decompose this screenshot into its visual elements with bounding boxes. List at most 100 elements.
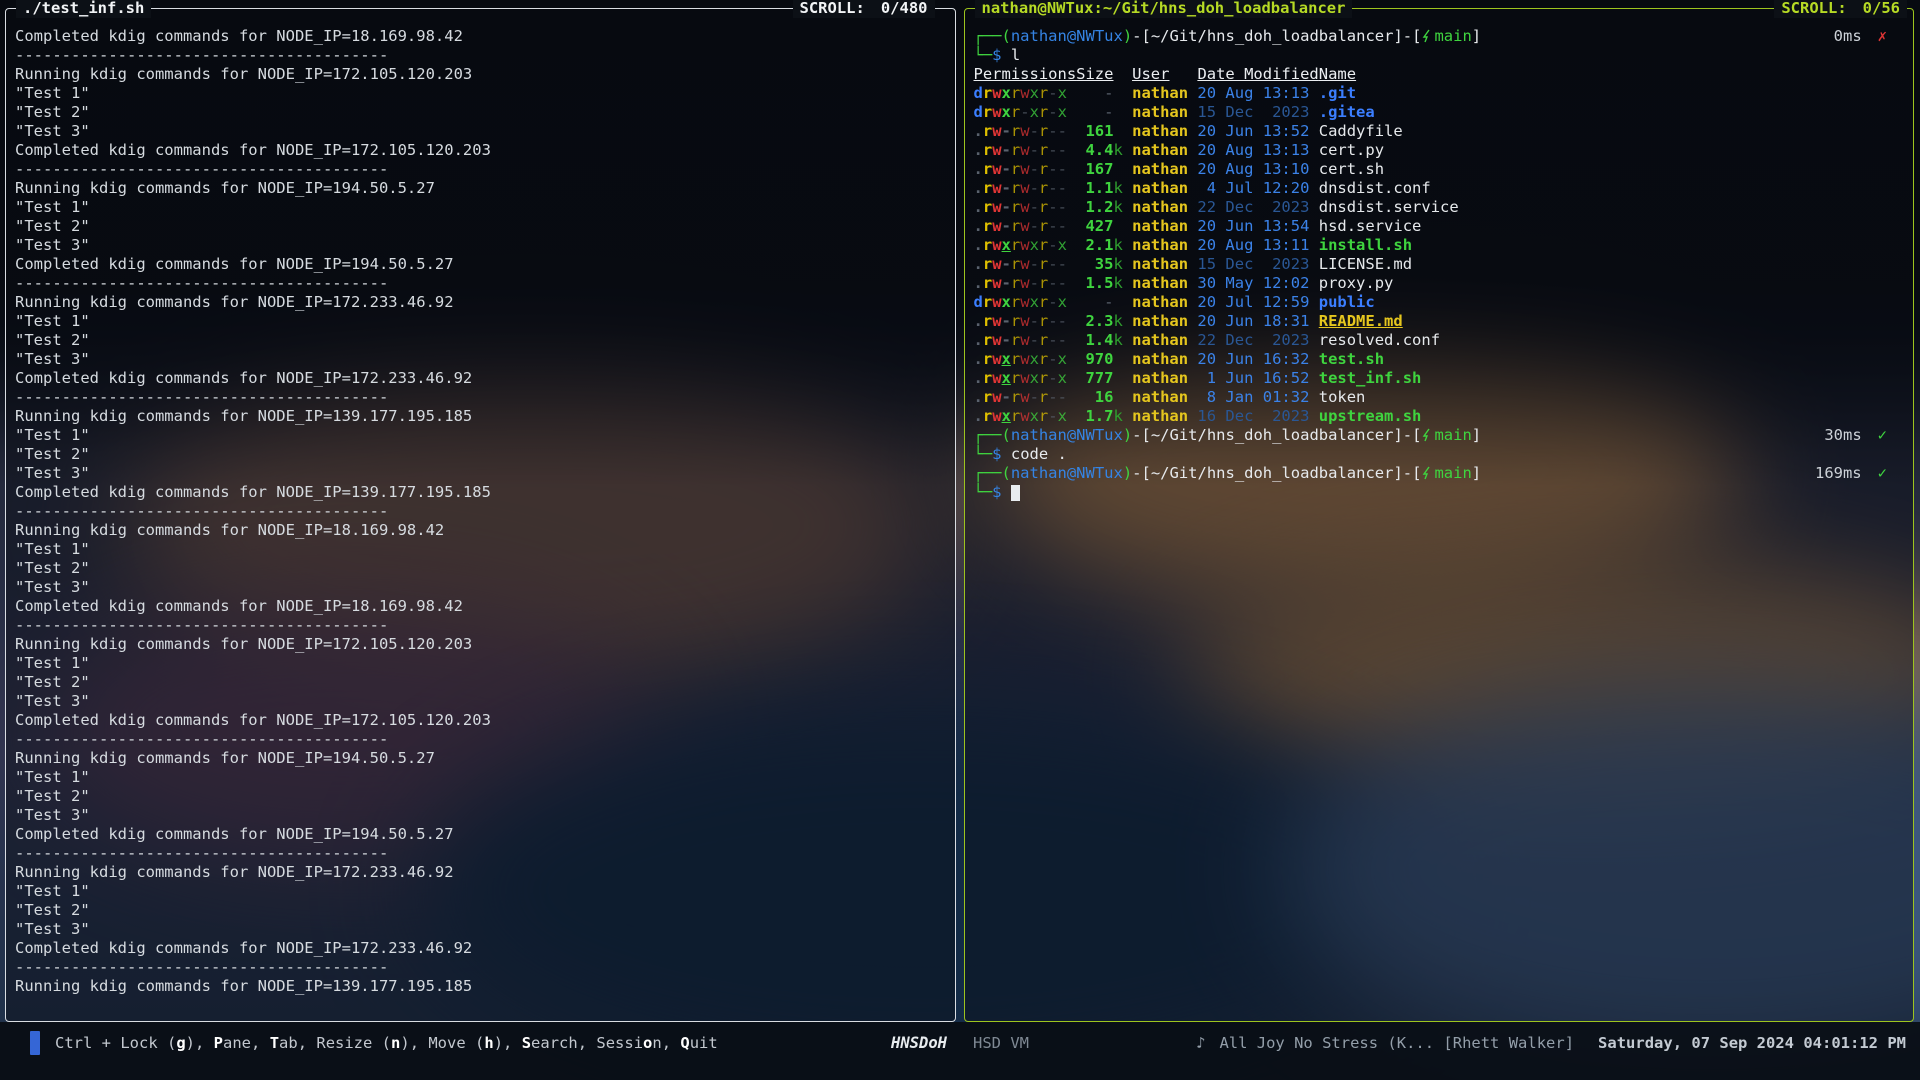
tab-name[interactable]: HSD VM: [973, 1034, 1029, 1052]
header-date: Date Modified: [1197, 65, 1318, 83]
left-terminal-content[interactable]: Completed kdig commands for NODE_IP=18.1…: [6, 9, 955, 1021]
terminal-line: Completed kdig commands for NODE_IP=194.…: [15, 255, 945, 274]
file-name: .gitea: [1319, 103, 1375, 122]
prompt-frame: └─: [974, 46, 993, 65]
file-name: cert.py: [1319, 141, 1384, 160]
file-size: 1.5: [1076, 274, 1113, 293]
file-name: .git: [1319, 84, 1356, 103]
command-status-icon: ✗: [1878, 27, 1887, 46]
terminal-line: "Test 2": [15, 559, 945, 578]
zellij-workspace: ./test_inf.sh SCROLL:0/480 Completed kdi…: [5, 8, 1914, 1022]
terminal-line: ----------------------------------------: [15, 46, 945, 65]
terminal-line: "Test 1": [15, 882, 945, 901]
file-owner: nathan: [1132, 255, 1188, 274]
terminal-line: "Test 3": [15, 692, 945, 711]
file-name: install.sh: [1319, 236, 1412, 255]
file-date: 8 Jan 01:32: [1197, 388, 1318, 407]
terminal-line: Completed kdig commands for NODE_IP=172.…: [15, 141, 945, 160]
file-permissions: .rwxrwxr-x: [974, 407, 1077, 426]
keybind-hint-text: Ctrl + Lock (g), Pane, Tab, Resize (n), …: [55, 1034, 718, 1052]
file-permissions: .rwxrwxr-x: [974, 236, 1077, 255]
file-owner: nathan: [1132, 407, 1188, 426]
file-size: 1.1: [1076, 179, 1113, 198]
terminal-line: ----------------------------------------: [15, 844, 945, 863]
file-permissions: drwxrwxr-x: [974, 293, 1077, 312]
file-row: .rw-rw-r--2.3knathan20 Jun 18:31README.m…: [974, 312, 1904, 331]
terminal-line: "Test 3": [15, 464, 945, 483]
file-size: 35: [1076, 255, 1113, 274]
prompt-frame: └─: [974, 445, 993, 464]
file-name: token: [1319, 388, 1366, 407]
file-size: -: [1076, 293, 1113, 312]
listing-header-row: PermissionsSizeUserDate ModifiedName: [974, 65, 1904, 84]
prompt-frame: └─: [974, 483, 993, 502]
terminal-line: "Test 3": [15, 350, 945, 369]
file-owner: nathan: [1132, 350, 1188, 369]
file-owner: nathan: [1132, 217, 1188, 236]
terminal-line: "Test 1": [15, 768, 945, 787]
keybind-hints: Ctrl + Lock (g), Pane, Tab, Resize (n), …: [30, 1031, 718, 1055]
file-date: 20 Jun 13:54: [1197, 217, 1318, 236]
terminal-line: "Test 2": [15, 787, 945, 806]
file-row: .rw-rw-r--1.5knathan30 May 12:02proxy.py: [974, 274, 1904, 293]
terminal-line: ----------------------------------------: [15, 274, 945, 293]
file-date: 22 Dec 2023: [1197, 331, 1318, 350]
prompt-path: ~/Git/hns_doh_loadbalancer: [1151, 27, 1394, 45]
left-pane[interactable]: ./test_inf.sh SCROLL:0/480 Completed kdi…: [5, 8, 956, 1022]
file-size: 1.4: [1076, 331, 1113, 350]
command-duration: 30ms✓: [1824, 426, 1903, 445]
command-text: [1002, 46, 1011, 65]
file-owner: nathan: [1132, 331, 1188, 350]
terminal-line: Running kdig commands for NODE_IP=172.23…: [15, 293, 945, 312]
shell-prompt: ┌──(nathan@NWTux)-[~/Git/hns_doh_loadbal…: [974, 464, 1482, 483]
command-duration: 0ms✗: [1834, 27, 1903, 46]
file-size: 167: [1076, 160, 1113, 179]
file-name: cert.sh: [1319, 160, 1384, 179]
command-line-active[interactable]: └─$: [974, 483, 1904, 502]
file-owner: nathan: [1132, 122, 1188, 141]
git-branch-icon: [1421, 466, 1432, 480]
file-permissions: .rw-rw-r--: [974, 141, 1077, 160]
command-duration: 169ms✓: [1815, 464, 1903, 483]
file-size: 427: [1076, 217, 1113, 236]
right-pane[interactable]: nathan@NWTux:~/Git/hns_doh_loadbalancer …: [964, 8, 1915, 1022]
file-listing: drwxrwxr-x- nathan20 Aug 13:13.gitdrwxr-…: [974, 84, 1904, 426]
terminal-line: Completed kdig commands for NODE_IP=18.1…: [15, 27, 945, 46]
file-row: .rw-rw-r--167 nathan20 Aug 13:10cert.sh: [974, 160, 1904, 179]
file-name: LICENSE.md: [1319, 255, 1412, 274]
left-terminal-lines: Completed kdig commands for NODE_IP=18.1…: [15, 27, 945, 996]
file-size: -: [1076, 84, 1113, 103]
right-terminal-content[interactable]: ┌──(nathan@NWTux)-[~/Git/hns_doh_loadbal…: [965, 9, 1914, 1021]
terminal-line: ----------------------------------------: [15, 730, 945, 749]
prompt-user-host: nathan@NWTux: [1011, 27, 1123, 45]
file-permissions: drwxrwxr-x: [974, 84, 1077, 103]
file-permissions: .rw-rw-r--: [974, 179, 1077, 198]
file-name: test_inf.sh: [1319, 369, 1422, 388]
terminal-line: "Test 1": [15, 654, 945, 673]
terminal-line: ----------------------------------------: [15, 616, 945, 635]
file-row: .rw-rw-r--427 nathan20 Jun 13:54hsd.serv…: [974, 217, 1904, 236]
header-user: User: [1132, 65, 1169, 83]
terminal-line: "Test 3": [15, 806, 945, 825]
terminal-line: Running kdig commands for NODE_IP=194.50…: [15, 749, 945, 768]
file-date: 15 Dec 2023: [1197, 103, 1318, 122]
file-row: .rw-rw-r--1.1knathan 4 Jul 12:20dnsdist.…: [974, 179, 1904, 198]
prompt-dollar: $: [992, 483, 1001, 502]
file-size: 2.1: [1076, 236, 1113, 255]
file-row: .rw-rw-r--4.4knathan20 Aug 13:13cert.py: [974, 141, 1904, 160]
file-permissions: .rw-rw-r--: [974, 122, 1077, 141]
text-cursor: [1011, 485, 1020, 501]
file-row: drwxr-xr-x- nathan15 Dec 2023.gitea: [974, 103, 1904, 122]
file-permissions: .rw-rw-r--: [974, 217, 1077, 236]
file-size: 970: [1076, 350, 1113, 369]
file-permissions: .rw-rw-r--: [974, 274, 1077, 293]
file-owner: nathan: [1132, 274, 1188, 293]
file-row: .rwxrwxr-x1.7knathan16 Dec 2023upstream.…: [974, 407, 1904, 426]
file-size: -: [1076, 103, 1113, 122]
prompt-line: ┌──(nathan@NWTux)-[~/Git/hns_doh_loadbal…: [974, 464, 1904, 483]
terminal-line: "Test 1": [15, 540, 945, 559]
command-status-icon: ✓: [1878, 464, 1887, 483]
terminal-line: "Test 3": [15, 236, 945, 255]
file-name: resolved.conf: [1319, 331, 1440, 350]
file-date: 20 Aug 13:13: [1197, 84, 1318, 103]
